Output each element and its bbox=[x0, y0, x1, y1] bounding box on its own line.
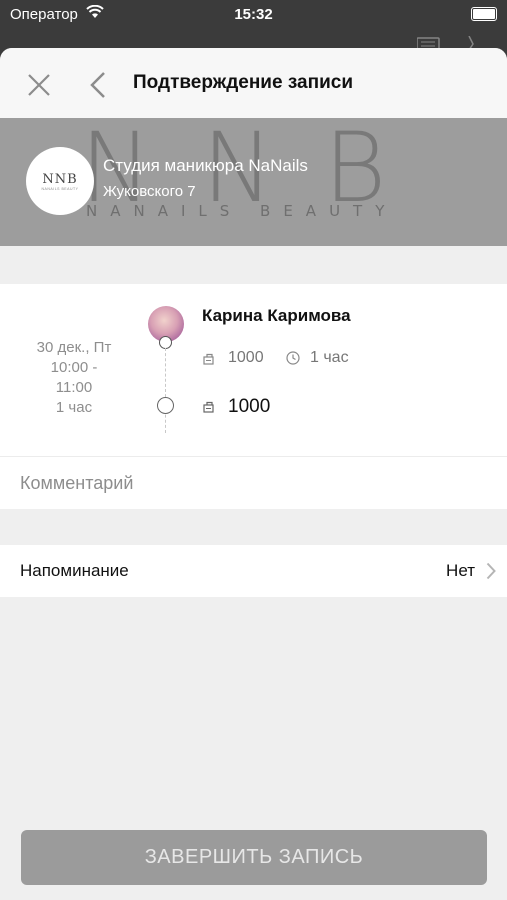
booking-confirmation-sheet: Подтверждение записи NNB NANAILS BEAUTY … bbox=[0, 48, 507, 900]
booking-duration: 1 час bbox=[55, 399, 93, 416]
studio-name: Студия маникюра NaNails bbox=[103, 156, 308, 175]
total-price: 1000 bbox=[228, 396, 271, 417]
clock-time: 15:32 bbox=[234, 6, 273, 23]
reminder-row[interactable]: Напоминание Нет bbox=[0, 545, 507, 597]
price-tag-icon bbox=[203, 353, 214, 365]
booking-datetime: 30 дек., Пт 10:00 - 11:00 1 час bbox=[0, 338, 148, 418]
reminder-label: Напоминание bbox=[20, 561, 129, 580]
comment-input[interactable] bbox=[20, 469, 480, 497]
status-bar: Оператор 15:32 bbox=[0, 0, 507, 30]
reminder-value: Нет bbox=[446, 561, 475, 580]
comment-section bbox=[0, 456, 507, 509]
header: Подтверждение записи bbox=[0, 48, 507, 118]
total-price-icon bbox=[203, 401, 214, 413]
booking-details: 30 дек., Пт 10:00 - 11:00 1 час Карина К… bbox=[0, 284, 507, 456]
studio-banner[interactable]: NNB NANAILS BEAUTY NNB NANAILS BEAUTY Ст… bbox=[0, 118, 507, 246]
booking-time-start: 10:00 - bbox=[50, 359, 98, 376]
close-icon bbox=[28, 74, 50, 96]
master-name: Карина Каримова bbox=[202, 306, 351, 325]
back-button[interactable] bbox=[88, 70, 108, 100]
service-duration: 1 час bbox=[310, 349, 349, 366]
banner-watermark-subtext: NANAILS BEAUTY bbox=[86, 202, 398, 220]
booking-time-end: 11:00 bbox=[55, 379, 93, 396]
service-price: 1000 bbox=[228, 349, 264, 366]
studio-address: Жуковского 7 bbox=[103, 183, 196, 200]
clock-icon bbox=[286, 351, 300, 365]
timeline-end-dot bbox=[157, 397, 174, 414]
finish-booking-button[interactable]: ЗАВЕРШИТЬ ЗАПИСЬ bbox=[21, 830, 487, 885]
studio-logo-text: NNB bbox=[42, 171, 78, 187]
page-title: Подтверждение записи bbox=[133, 72, 353, 93]
close-button[interactable] bbox=[26, 72, 52, 98]
studio-logo: NNB NANAILS BEAUTY bbox=[26, 147, 94, 215]
booking-date: 30 дек., Пт bbox=[36, 339, 112, 356]
chevron-left-icon bbox=[90, 72, 105, 98]
battery-icon bbox=[471, 7, 497, 21]
studio-logo-subtext: NANAILS BEAUTY bbox=[41, 186, 79, 191]
chevron-right-icon bbox=[486, 562, 496, 580]
timeline-line bbox=[165, 348, 166, 433]
